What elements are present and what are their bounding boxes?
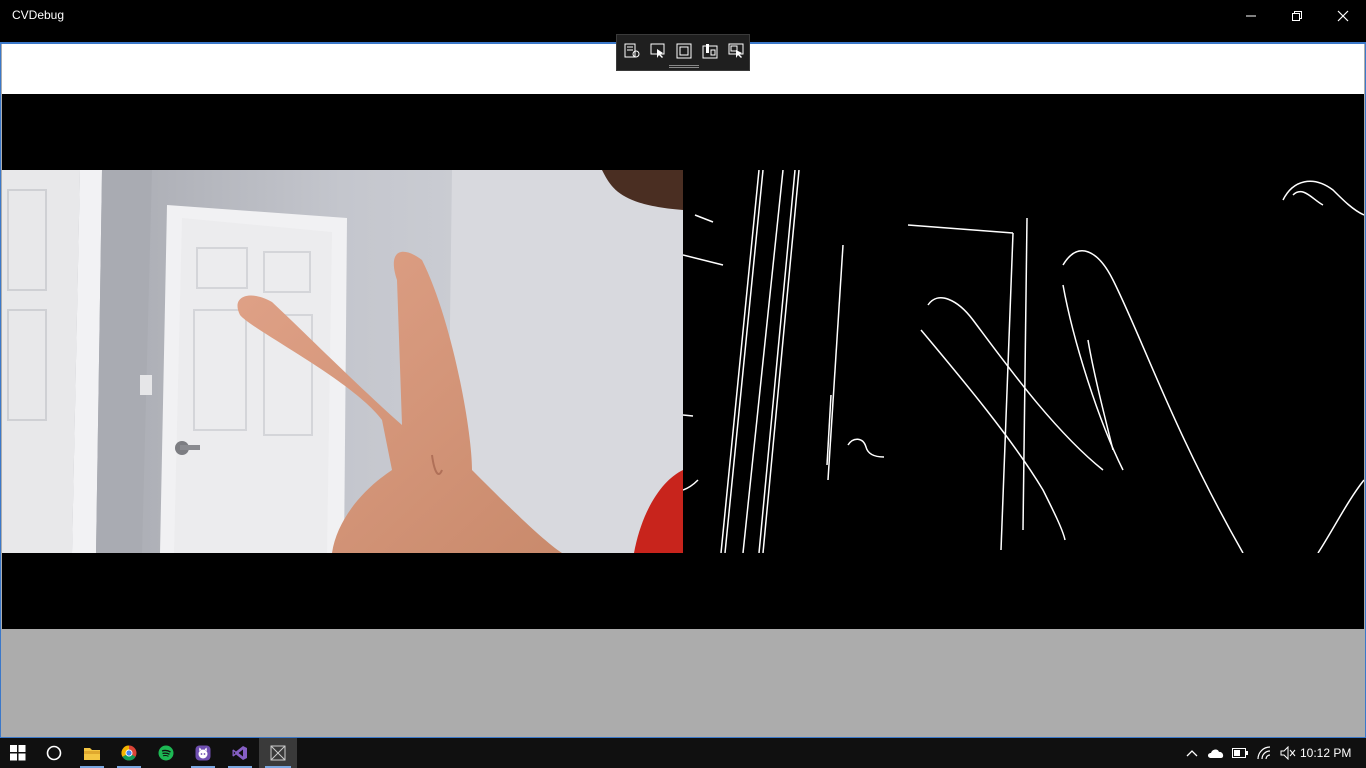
debug-toolbar[interactable] xyxy=(616,34,750,71)
webcam-frame xyxy=(2,170,683,553)
wifi-icon xyxy=(1257,746,1271,760)
taskbar-spotify[interactable] xyxy=(148,738,184,768)
battery-icon xyxy=(1232,748,1248,758)
taskbar-github-desktop[interactable] xyxy=(185,738,221,768)
taskbar-clock[interactable]: 10:12 PM xyxy=(1300,746,1351,760)
display-layout-adorners-icon xyxy=(676,43,692,59)
select-element-icon xyxy=(650,43,665,58)
webcam-image xyxy=(2,170,683,553)
footer-area xyxy=(2,629,1364,737)
restore-button[interactable] xyxy=(1274,0,1320,32)
minimize-icon xyxy=(1246,15,1256,17)
github-desktop-icon xyxy=(195,745,211,761)
start-button[interactable] xyxy=(0,738,36,768)
chrome-icon xyxy=(121,745,137,761)
battery-tray[interactable] xyxy=(1229,738,1251,768)
taskbar-cvdebug[interactable] xyxy=(259,738,297,768)
taskbar-file-explorer[interactable] xyxy=(74,738,110,768)
select-element-button[interactable] xyxy=(647,40,669,62)
spotify-icon xyxy=(158,745,174,761)
taskbar: 10:12 PM xyxy=(0,738,1366,768)
track-focused-element-button[interactable] xyxy=(699,40,721,62)
onedrive-tray[interactable] xyxy=(1204,738,1228,768)
volume-tray[interactable] xyxy=(1277,738,1299,768)
restore-icon xyxy=(1292,11,1302,21)
file-explorer-icon xyxy=(84,748,100,760)
preview-selection-button[interactable] xyxy=(725,40,747,62)
window-title: CVDebug xyxy=(12,8,65,22)
live-visual-tree-icon xyxy=(624,43,640,58)
close-icon xyxy=(1337,10,1349,22)
minimize-button[interactable] xyxy=(1228,0,1274,32)
onedrive-icon xyxy=(1208,749,1224,758)
preview-selection-icon xyxy=(728,43,744,58)
show-hidden-icons-icon xyxy=(1186,750,1198,757)
volume-muted-icon xyxy=(1280,746,1296,760)
taskbar-visual-studio[interactable] xyxy=(222,738,258,768)
live-visual-tree-button[interactable] xyxy=(621,40,643,62)
windows-start-icon xyxy=(10,745,26,761)
taskbar-chrome[interactable] xyxy=(111,738,147,768)
cortana-icon xyxy=(46,745,62,761)
title-bar[interactable]: CVDebug xyxy=(0,0,1366,32)
track-focused-element-icon xyxy=(702,44,718,59)
cortana-button[interactable] xyxy=(36,738,72,768)
edge-image xyxy=(683,170,1364,553)
wifi-tray[interactable] xyxy=(1254,738,1276,768)
display-layout-adorners-button[interactable] xyxy=(673,40,695,62)
cvdebug-app-icon xyxy=(270,745,286,761)
show-hidden-icons-button[interactable] xyxy=(1182,738,1202,768)
close-button[interactable] xyxy=(1320,0,1366,32)
toolbar-drag-handle[interactable] xyxy=(669,65,699,68)
edge-detection-output xyxy=(683,170,1364,553)
visual-studio-icon xyxy=(232,746,247,760)
